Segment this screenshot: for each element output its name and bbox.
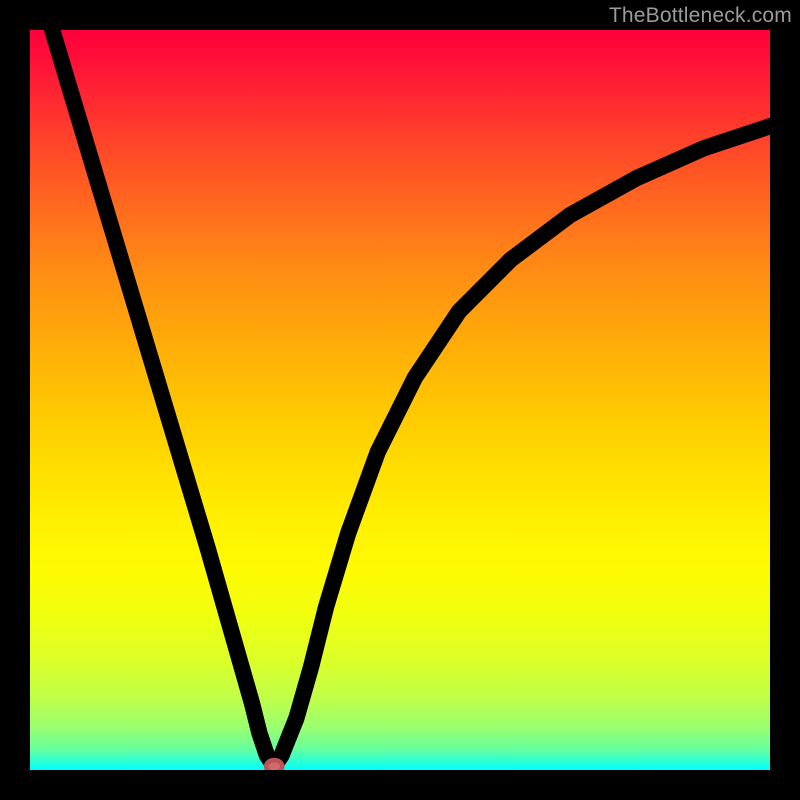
chart-frame: TheBottleneck.com (0, 0, 800, 800)
plot-background-gradient (30, 30, 770, 770)
watermark-text: TheBottleneck.com (609, 4, 792, 28)
